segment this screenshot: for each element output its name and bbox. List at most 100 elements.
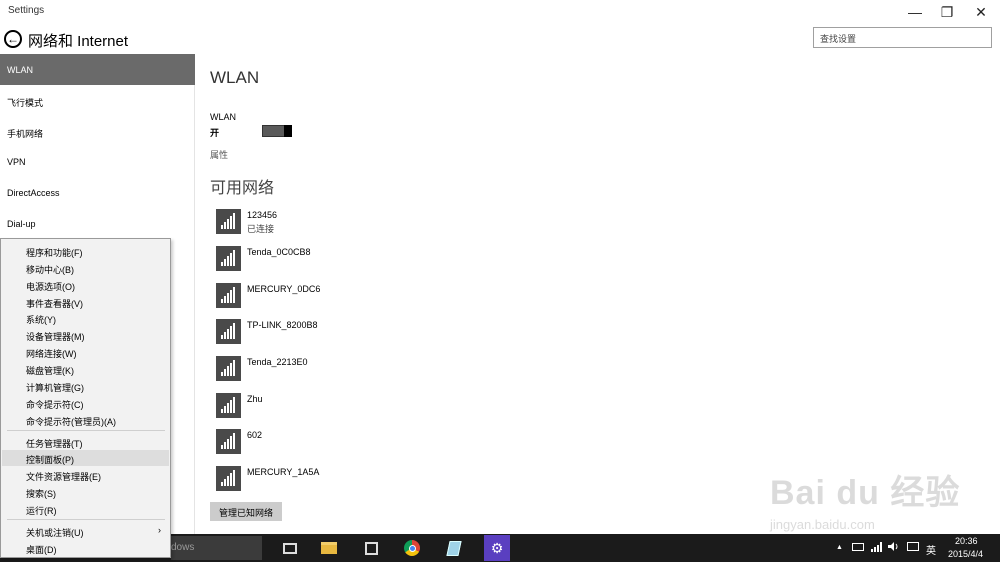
- wifi-signal-icon: [216, 429, 241, 454]
- signal-bar: [227, 256, 229, 266]
- network-name: MERCURY_1A5A: [247, 467, 320, 477]
- signal-bar: [230, 400, 232, 413]
- page-title: 网络和 Internet: [28, 33, 129, 50]
- submenu-arrow-icon: ›: [158, 525, 161, 535]
- settings-gear-icon[interactable]: ⚙: [484, 535, 510, 561]
- search-input[interactable]: 查找设置: [813, 27, 992, 48]
- signal-bar: [227, 293, 229, 303]
- network-item[interactable]: MERCURY_0DC6: [216, 283, 516, 313]
- wifi-signal-icon: [216, 283, 241, 308]
- network-name: Tenda_2213E0: [247, 357, 308, 367]
- menu-item-shutdown[interactable]: 关机或注销(U) ›: [2, 523, 169, 539]
- menu-item[interactable]: 系统(Y): [2, 310, 169, 326]
- wifi-signal-icon: [216, 393, 241, 418]
- signal-bar: [224, 259, 226, 266]
- manage-known-networks-button[interactable]: 管理已知网络: [210, 502, 282, 521]
- signal-bar: [221, 225, 223, 229]
- signal-bar: [221, 372, 223, 376]
- close-button[interactable]: ✕: [964, 0, 998, 24]
- menu-item[interactable]: 计算机管理(G): [2, 378, 169, 394]
- menu-item[interactable]: 文件资源管理器(E): [2, 467, 169, 483]
- clock-date[interactable]: 2015/4/4: [948, 549, 983, 559]
- maximize-button[interactable]: ❐: [930, 0, 964, 24]
- network-status: 已连接: [247, 224, 275, 234]
- menu-item[interactable]: 程序和功能(F): [2, 243, 169, 259]
- menu-item[interactable]: 任务管理器(T): [2, 434, 169, 450]
- clock-time[interactable]: 20:36: [955, 536, 978, 546]
- signal-bar: [230, 290, 232, 303]
- network-name: MERCURY_0DC6: [247, 284, 321, 294]
- signal-bar: [227, 366, 229, 376]
- signal-bar: [221, 335, 223, 339]
- signal-bar: [227, 439, 229, 449]
- menu-item[interactable]: 事件查看器(V): [2, 294, 169, 310]
- network-name: Zhu: [247, 394, 263, 404]
- menu-item[interactable]: 搜索(S): [2, 484, 169, 500]
- sidebar-item-directaccess[interactable]: DirectAccess: [0, 177, 195, 208]
- menu-item[interactable]: 网络连接(W): [2, 344, 169, 360]
- context-menu: 程序和功能(F) 移动中心(B) 电源选项(O) 事件查看器(V) 系统(Y) …: [0, 238, 171, 558]
- signal-bar: [227, 329, 229, 339]
- store-icon[interactable]: [361, 538, 381, 558]
- chrome-icon[interactable]: [402, 538, 422, 558]
- network-item[interactable]: Zhu: [216, 393, 516, 423]
- properties-link[interactable]: 属性: [210, 148, 228, 161]
- network-name: 123456: [247, 210, 278, 220]
- menu-item[interactable]: 移动中心(B): [2, 260, 169, 276]
- task-view-icon[interactable]: [280, 538, 300, 558]
- signal-bar: [233, 250, 235, 266]
- menu-item-control-panel[interactable]: 控制面板(P): [2, 450, 169, 466]
- wifi-signal-icon: [216, 466, 241, 491]
- tray-chevron-icon[interactable]: ▲: [836, 544, 843, 551]
- sidebar-item-cellular[interactable]: 手机网络: [0, 116, 195, 147]
- network-item[interactable]: Tenda_0C0CB8: [216, 246, 516, 276]
- menu-separator: [7, 519, 165, 520]
- menu-item[interactable]: 设备管理器(M): [2, 327, 169, 343]
- signal-bar: [224, 479, 226, 486]
- network-item[interactable]: MERCURY_1A5A: [216, 466, 516, 496]
- menu-item[interactable]: 运行(R): [2, 501, 169, 517]
- wifi-signal-icon: [216, 246, 241, 271]
- notepad-icon[interactable]: [444, 538, 464, 558]
- minimize-button[interactable]: —: [898, 0, 932, 24]
- wifi-signal-icon: [216, 209, 241, 234]
- back-arrow-icon[interactable]: ←: [4, 30, 22, 48]
- page-header: ← 网络和 Internet 查找设置: [0, 24, 1000, 54]
- signal-bar: [230, 216, 232, 229]
- menu-item[interactable]: 磁盘管理(K): [2, 361, 169, 377]
- title-bar: Settings — ❐ ✕: [0, 0, 1000, 24]
- menu-item[interactable]: 电源选项(O): [2, 277, 169, 293]
- menu-item[interactable]: 命令提示符(管理员)(A): [2, 412, 169, 428]
- taskbar-search-box[interactable]: dows: [171, 536, 262, 560]
- menu-item[interactable]: 命令提示符(C): [2, 395, 169, 411]
- signal-bar: [224, 296, 226, 303]
- network-item[interactable]: 123456 已连接: [216, 209, 516, 239]
- signal-bar: [224, 369, 226, 376]
- wlan-toggle-switch[interactable]: [262, 125, 292, 137]
- signal-bar: [230, 253, 232, 266]
- signal-bar: [224, 222, 226, 229]
- network-item[interactable]: TP-LINK_8200B8: [216, 319, 516, 349]
- menu-item[interactable]: 桌面(D): [2, 540, 169, 556]
- sidebar-item-dialup[interactable]: Dial-up: [0, 208, 195, 239]
- sidebar-item-wlan[interactable]: WLAN: [0, 54, 195, 85]
- signal-bar: [221, 445, 223, 449]
- file-explorer-icon[interactable]: [319, 538, 339, 558]
- network-signal-icon[interactable]: [871, 542, 883, 555]
- network-item[interactable]: 602: [216, 429, 516, 459]
- signal-bar: [224, 442, 226, 449]
- signal-bar: [221, 409, 223, 413]
- action-center-icon[interactable]: [907, 542, 919, 551]
- battery-icon[interactable]: [852, 543, 864, 551]
- ime-indicator[interactable]: 英: [926, 542, 936, 557]
- volume-icon[interactable]: [888, 541, 900, 555]
- menu-item-label: 关机或注销(U): [26, 528, 84, 538]
- sidebar-item-vpn[interactable]: VPN: [0, 146, 195, 177]
- sidebar-item-airplane-mode[interactable]: 飞行模式: [0, 85, 195, 116]
- signal-bar: [227, 403, 229, 413]
- network-item[interactable]: Tenda_2213E0: [216, 356, 516, 386]
- signal-bar: [221, 299, 223, 303]
- wlan-toggle-label: WLAN: [210, 112, 237, 122]
- baidu-watermark: Bai du 经验 jingyan.baidu.com: [770, 455, 990, 535]
- menu-separator: [7, 430, 165, 431]
